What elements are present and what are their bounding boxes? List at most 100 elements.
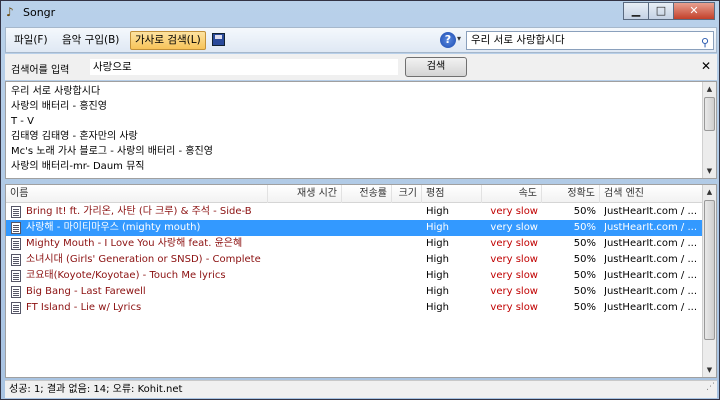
rating-value: High — [426, 238, 449, 249]
results-table: 이름 재생 시간 전송률 크기 평점 속도 정확도 검색 엔진 Bring It… — [5, 184, 717, 378]
scrollbar-thumb[interactable] — [704, 200, 715, 340]
speed-value: very slow — [490, 270, 538, 281]
search-button[interactable]: 검색 — [405, 57, 467, 77]
accuracy-value: 50% — [573, 254, 596, 265]
menu-bar: 파일(F) 음악 구입(B) 가사로 검색(L) ? ▾ 우리 서로 사랑합시다… — [5, 27, 717, 53]
table-header: 이름 재생 시간 전송률 크기 평점 속도 정확도 검색 엔진 — [6, 185, 704, 203]
song-title: FT Island - Lie w/ Lyrics — [26, 302, 142, 313]
resize-grip-icon[interactable]: ⋰ — [706, 379, 715, 396]
speed-value: very slow — [490, 222, 538, 233]
engine-value: JustHearIt.com / ... — [604, 254, 697, 265]
top-search-input[interactable]: 우리 서로 사랑합시다 ⚲ — [466, 31, 714, 50]
window-title: Songr — [23, 6, 56, 19]
engine-value: JustHearIt.com / ... — [604, 222, 697, 233]
suggestion-scrollbar[interactable]: ▲ ▼ — [702, 82, 716, 178]
menu-file[interactable]: 파일(F) — [10, 31, 52, 50]
column-accuracy[interactable]: 정확도 — [542, 185, 600, 203]
scrollbar-thumb[interactable] — [704, 97, 715, 131]
status-text: 성공: 1; 결과 없음: 14; 오류: Kohit.net — [9, 384, 183, 395]
menu-lyrics-search[interactable]: 가사로 검색(L) — [130, 31, 206, 50]
column-play-time[interactable]: 재생 시간 — [268, 185, 342, 203]
document-icon — [11, 286, 21, 298]
close-icon[interactable]: ✕ — [701, 59, 711, 73]
column-size[interactable]: 크기 — [392, 185, 422, 203]
speed-value: very slow — [490, 286, 538, 297]
speed-value: very slow — [490, 238, 538, 249]
accuracy-value: 50% — [573, 270, 596, 281]
scroll-up-icon[interactable]: ▲ — [703, 82, 716, 96]
song-title: Big Bang - Last Farewell — [26, 286, 146, 297]
song-title: Bring It! ft. 가리온, 사탄 (다 크루) & 주석 - Side… — [26, 206, 252, 217]
engine-value: JustHearIt.com / ... — [604, 238, 697, 249]
accuracy-value: 50% — [573, 206, 596, 217]
engine-value: JustHearIt.com / ... — [604, 302, 697, 313]
suggestion-item[interactable]: 우리 서로 사랑합시다 — [11, 85, 100, 99]
scroll-down-icon[interactable]: ▼ — [703, 363, 716, 377]
window-controls: ▁ □ ✕ — [623, 2, 715, 20]
maximize-button[interactable]: □ — [648, 2, 674, 20]
results-scrollbar[interactable]: ▲ ▼ — [702, 185, 716, 377]
music-note-icon: ♪ — [6, 5, 14, 19]
lyrics-search-bar: 검색어를 입력 사랑으로 검색 ✕ — [5, 54, 717, 80]
song-title: Mighty Mouth - I Love You 사랑해 feat. 윤은혜 — [26, 238, 243, 249]
save-icon[interactable] — [212, 33, 225, 46]
search-icon[interactable]: ⚲ — [701, 34, 709, 51]
accuracy-value: 50% — [573, 238, 596, 249]
help-icon[interactable]: ? — [440, 32, 456, 48]
chevron-down-icon[interactable]: ▾ — [457, 34, 461, 43]
engine-value: JustHearIt.com / ... — [604, 206, 697, 217]
top-search-value: 우리 서로 사랑합시다 — [471, 34, 565, 46]
scroll-up-icon[interactable]: ▲ — [703, 185, 716, 199]
search-label: 검색어를 입력 — [11, 65, 70, 76]
document-icon — [11, 222, 21, 234]
suggestion-item[interactable]: 사랑의 배터리 - 홍진영 — [11, 100, 107, 114]
engine-value: JustHearIt.com / ... — [604, 286, 697, 297]
suggestion-item[interactable]: 사랑의 배터리-mr- Daum 뮤직 — [11, 160, 144, 174]
column-rating[interactable]: 평점 — [422, 185, 482, 203]
song-title: 소녀시대 (Girls' Generation or SNSD) - Compl… — [26, 254, 261, 265]
column-bitrate[interactable]: 전송률 — [342, 185, 392, 203]
table-row[interactable]: 소녀시대 (Girls' Generation or SNSD) - Compl… — [6, 252, 704, 268]
rating-value: High — [426, 286, 449, 297]
engine-value: JustHearIt.com / ... — [604, 270, 697, 281]
table-row[interactable]: Bring It! ft. 가리온, 사탄 (다 크루) & 주석 - Side… — [6, 204, 704, 220]
rating-value: High — [426, 302, 449, 313]
table-row[interactable]: 코요태(Koyote/Koyotae) - Touch Me lyrics Hig… — [6, 268, 704, 284]
document-icon — [11, 254, 21, 266]
rating-value: High — [426, 222, 449, 233]
column-engine[interactable]: 검색 엔진 — [600, 185, 704, 203]
table-row[interactable]: Big Bang - Last Farewell High very slow 50%… — [6, 284, 704, 300]
scroll-down-icon[interactable]: ▼ — [703, 164, 716, 178]
menu-buy-music[interactable]: 음악 구입(B) — [58, 31, 123, 50]
document-icon — [11, 206, 21, 218]
suggestion-item[interactable]: T - V — [11, 115, 34, 129]
document-icon — [11, 302, 21, 314]
song-title: 코요태(Koyote/Koyotae) - Touch Me lyrics — [26, 270, 226, 281]
column-name[interactable]: 이름 — [6, 185, 268, 203]
rating-value: High — [426, 206, 449, 217]
suggestion-list: 우리 서로 사랑합시다 사랑의 배터리 - 홍진영 T - V 김태영 김태영 … — [5, 81, 717, 179]
app-window: ♪ Songr ▁ □ ✕ 파일(F) 음악 구입(B) 가사로 검색(L) ?… — [0, 0, 720, 400]
speed-value: very slow — [490, 206, 538, 217]
accuracy-value: 50% — [573, 222, 596, 233]
accuracy-value: 50% — [573, 302, 596, 313]
rating-value: High — [426, 270, 449, 281]
table-row[interactable]: FT Island - Lie w/ Lyrics High very slow 50… — [6, 300, 704, 316]
suggestion-item[interactable]: 김태영 김태영 - 혼자만의 사랑 — [11, 130, 138, 144]
rating-value: High — [426, 254, 449, 265]
column-speed[interactable]: 속도 — [482, 185, 542, 203]
minimize-button[interactable]: ▁ — [623, 2, 649, 20]
status-bar: 성공: 1; 결과 없음: 14; 오류: Kohit.net ⋰ — [5, 380, 717, 398]
document-icon — [11, 238, 21, 250]
close-button[interactable]: ✕ — [673, 2, 715, 20]
suggestion-item[interactable]: Mc's 노래 가사 블로그 - 사랑의 배터리 - 홍진영 — [11, 145, 213, 159]
title-bar[interactable]: ♪ Songr ▁ □ ✕ — [1, 1, 719, 25]
lyrics-search-input[interactable]: 사랑으로 — [89, 58, 399, 76]
document-icon — [11, 270, 21, 282]
table-row[interactable]: Mighty Mouth - I Love You 사랑해 feat. 윤은혜 H… — [6, 236, 704, 252]
song-title: 사랑해 - 마이티마우스 (mighty mouth) — [26, 222, 201, 233]
accuracy-value: 50% — [573, 286, 596, 297]
speed-value: very slow — [490, 254, 538, 265]
speed-value: very slow — [490, 302, 538, 313]
table-row[interactable]: 사랑해 - 마이티마우스 (mighty mouth) High very slow… — [6, 220, 704, 236]
